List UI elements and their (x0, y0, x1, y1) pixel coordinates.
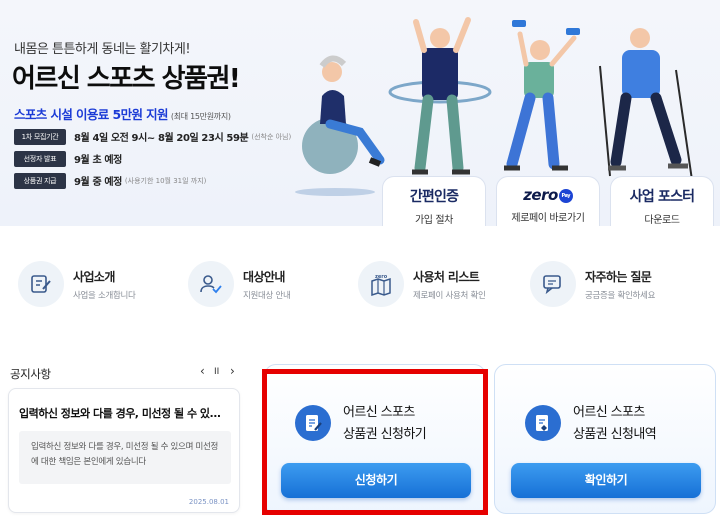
schedule-value: 9월 초 예정 (74, 155, 122, 166)
notice-item-title: 입력하신 정보와 다를 경우, 미선정 될 수 있... (19, 407, 221, 420)
history-card: 어르신 스포츠 상품권 신청내역 확인하기 (494, 364, 716, 514)
apply-card-line1: 어르신 스포츠 (343, 405, 415, 420)
schedule-tag: 상품권 지급 (14, 172, 66, 189)
quick-link-easy-auth[interactable]: 간편인증 가입 절차 (382, 176, 486, 226)
check-button[interactable]: 확인하기 (511, 463, 701, 498)
menu-desc: 사업을 소개합니다 (73, 290, 136, 301)
pause-icon[interactable]: II (214, 367, 219, 377)
menu-item-store-list[interactable]: zero 사용처 리스트제로페이 사용처 확인 (358, 258, 486, 310)
schedule-value: 8월 4일 오전 9시~ 8월 20일 23시 59분 (74, 133, 249, 144)
support-info: 스포츠 시설 이용료 5만원 지원 (최대 15만원까지) (14, 104, 231, 123)
apply-button[interactable]: 신청하기 (281, 463, 471, 498)
quick-link-heading: 간편인증 (409, 189, 459, 205)
hero-banner: 내몸은 튼튼하게 동네는 활기차게! 어르신 스포츠 상품권! 스포츠 시설 이… (0, 0, 720, 226)
quick-link-label: 가입 절차 (415, 215, 453, 226)
menu-item-eligibility[interactable]: 대상안내지원대상 안내 (188, 258, 291, 310)
zeropay-logo: zero Pay (497, 186, 599, 204)
menu-title: 자주하는 질문 (585, 269, 652, 284)
next-arrow-icon[interactable]: › (230, 364, 235, 378)
menu-desc: 궁금증을 확인하세요 (585, 290, 656, 301)
zeropay-logo-text: zero (523, 186, 558, 204)
menu-desc: 제로페이 사용처 확인 (413, 290, 486, 301)
document-search-icon (525, 405, 561, 441)
menu-desc: 지원대상 안내 (243, 290, 291, 301)
apply-card-line2: 상품권 신청하기 (343, 427, 427, 442)
schedule-row-payment: 상품권 지급 9월 중 예정 (사용기한 10월 31일 까지) (14, 172, 207, 189)
edit-doc-icon (18, 261, 64, 307)
quick-link-heading: 사업 포스터 (629, 189, 695, 205)
support-amount: 5만원 지원 (112, 107, 168, 122)
map-icon: zero (358, 261, 404, 307)
support-note: (최대 15만원까지) (170, 112, 231, 121)
menu-item-faq[interactable]: 자주하는 질문궁금증을 확인하세요 (530, 258, 655, 310)
quick-link-label: 다운로드 (644, 215, 680, 226)
quick-link-poster[interactable]: 사업 포스터 다운로드 (610, 176, 714, 226)
schedule-note: (사용기한 10월 31일 까지) (124, 176, 207, 185)
menu-title: 사업소개 (73, 269, 115, 284)
user-check-icon (188, 261, 234, 307)
schedule-tag: 선정자 발표 (14, 150, 66, 167)
menu-title: 대상안내 (243, 269, 285, 284)
schedule-value: 9월 중 예정 (74, 177, 122, 188)
hero-title: 어르신 스포츠 상품권! (12, 64, 241, 94)
notice-item-date: 2025.08.01 (188, 498, 229, 506)
notice-card[interactable]: 입력하신 정보와 다를 경우, 미선정 될 수 있... 입력하신 정보와 다를… (8, 388, 240, 513)
prev-arrow-icon[interactable]: ‹ (200, 364, 205, 378)
schedule-row-announce: 선정자 발표 9월 초 예정 (14, 150, 122, 167)
schedule-note: (선착순 아님) (251, 132, 292, 141)
zeropay-badge: Pay (558, 188, 573, 203)
document-pen-icon (295, 405, 331, 441)
notice-heading: 공지사항 (10, 367, 51, 381)
quick-link-zeropay[interactable]: zero Pay 제로페이 바로가기 (496, 176, 600, 226)
chat-icon (530, 261, 576, 307)
apply-card: 어르신 스포츠 상품권 신청하기 신청하기 (264, 364, 486, 514)
schedule-tag: 1차 모집기간 (14, 128, 66, 145)
history-card-line1: 어르신 스포츠 (573, 405, 645, 420)
notice-item-body: 입력하신 정보와 다를 경우, 미선정 될 수 있으며 미선정에 대한 책임은 … (19, 431, 231, 484)
quick-link-label: 제로페이 바로가기 (511, 213, 585, 224)
schedule-row-recruit: 1차 모집기간 8월 4일 오전 9시~ 8월 20일 23시 59분 (선착순… (14, 128, 292, 145)
menu-title: 사용처 리스트 (413, 269, 480, 284)
menu-item-intro[interactable]: 사업소개사업을 소개합니다 (18, 258, 136, 310)
support-prefix: 스포츠 시설 이용료 (14, 107, 113, 122)
history-card-line2: 상품권 신청내역 (573, 427, 657, 442)
hero-subtitle: 내몸은 튼튼하게 동네는 활기차게! (14, 42, 191, 57)
